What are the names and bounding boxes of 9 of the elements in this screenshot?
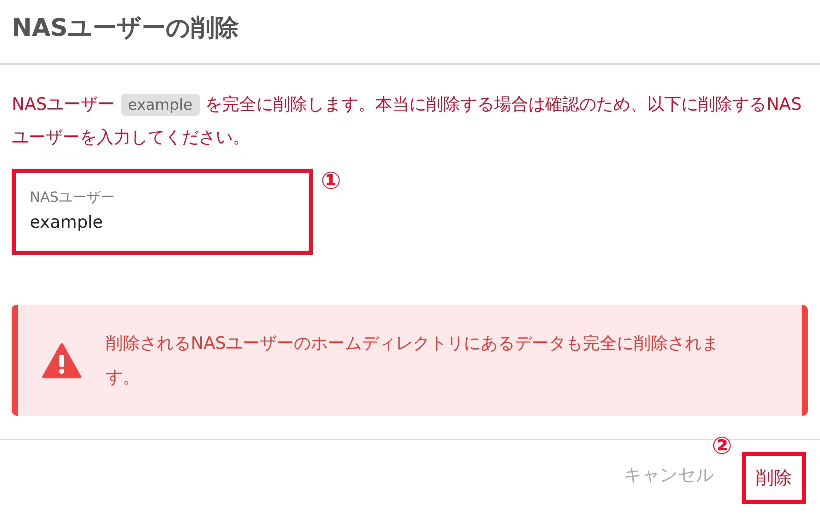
delete-button[interactable]: 削除 <box>742 452 806 504</box>
callout-number: ② <box>712 434 732 458</box>
username-field[interactable]: NASユーザー example <box>12 169 313 255</box>
callout-number: ① <box>321 169 342 193</box>
dialog-title: NASユーザーの削除 <box>11 13 240 44</box>
warning-text: 削除されるNASユーザーのホームディレクトリにあるデータも完全に削除されます。 <box>106 332 720 390</box>
warning-icon <box>42 342 82 378</box>
confirmation-message: NASユーザー example を完全に削除します。本当に削除する場合は確認のため、以下に削除するNASユーザーを入力してください。 <box>12 93 803 150</box>
username-chip: example <box>121 94 200 116</box>
